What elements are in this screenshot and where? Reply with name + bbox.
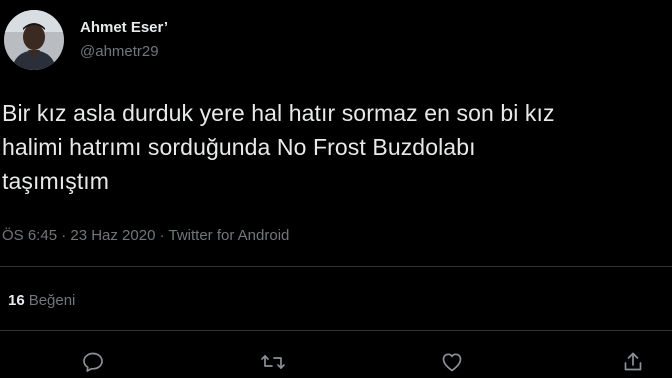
- author-display-name[interactable]: Ahmet Eser’: [80, 19, 168, 36]
- reply-icon: [83, 352, 103, 372]
- tweet-timestamp-source[interactable]: ÖS 6:45 · 23 Haz 2020 · Twitter for Andr…: [2, 227, 289, 244]
- profile-photo: [4, 10, 64, 70]
- tweet-text-line: taşımıştım: [2, 168, 110, 194]
- tweet-text: Bir kız asla durduk yere hal hatır sorma…: [2, 96, 672, 198]
- share-button[interactable]: [619, 349, 647, 375]
- tweet-text-line: Bir kız asla durduk yere hal hatır sorma…: [2, 100, 555, 126]
- author-handle[interactable]: @ahmetr29: [80, 43, 159, 60]
- avatar[interactable]: [4, 10, 64, 70]
- share-icon: [624, 352, 642, 371]
- likes-label: Beğeni: [28, 292, 76, 309]
- divider: [0, 266, 672, 267]
- retweet-button[interactable]: [259, 349, 287, 375]
- tweet-text-line: halimi hatrımı sorduğunda No Frost Buzdo…: [2, 134, 476, 160]
- likes-stat[interactable]: 16 Beğeni: [8, 292, 75, 309]
- retweet-icon: [261, 355, 285, 369]
- divider: [0, 330, 672, 331]
- like-icon: [442, 353, 462, 372]
- reply-button[interactable]: [79, 349, 107, 375]
- likes-count: 16: [8, 292, 25, 309]
- like-button[interactable]: [438, 349, 466, 375]
